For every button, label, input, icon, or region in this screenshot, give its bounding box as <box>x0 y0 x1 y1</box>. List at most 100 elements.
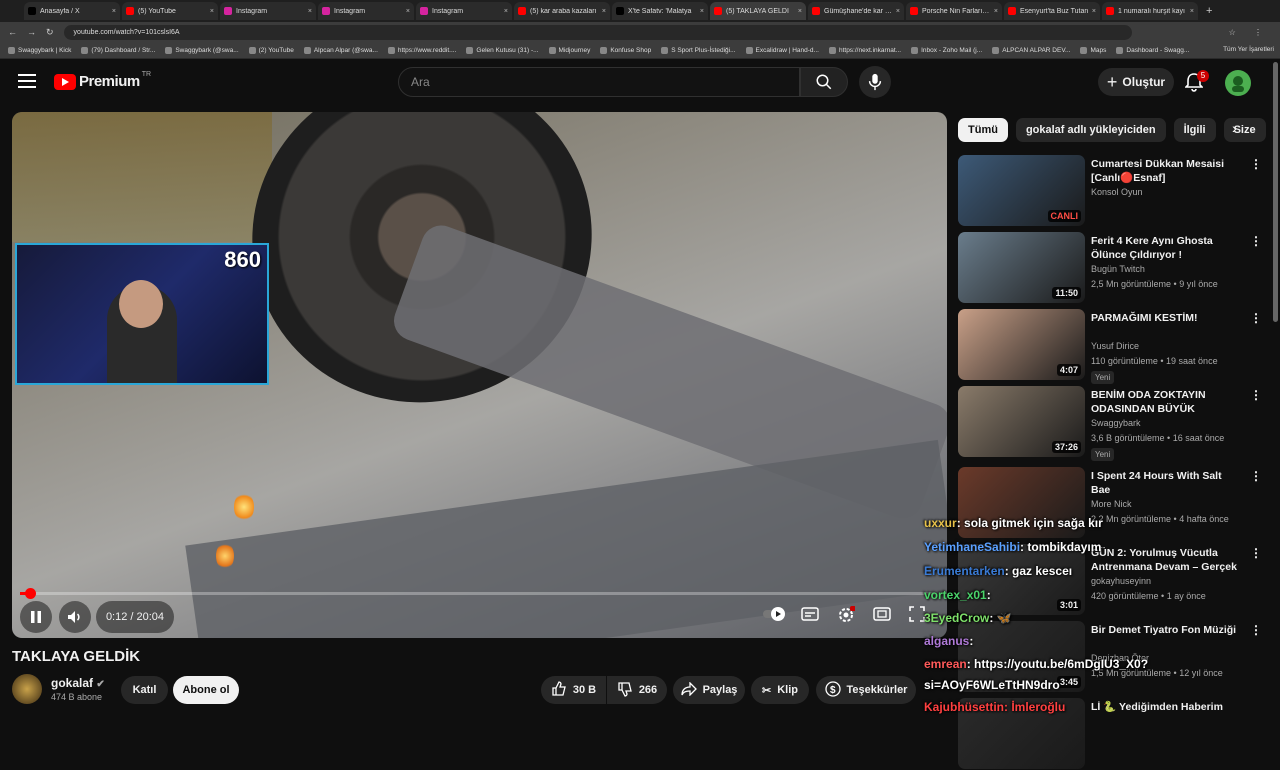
close-icon[interactable]: × <box>798 8 802 15</box>
video-thumbnail[interactable]: 4:07 <box>958 309 1085 380</box>
bookmark-item[interactable]: Gelen Kutusu (31) -... <box>466 46 539 54</box>
youtube-logo[interactable]: Premium TR <box>54 71 151 90</box>
dislike-button[interactable]: 266 <box>607 676 667 704</box>
close-icon[interactable]: × <box>602 8 606 15</box>
channel-name[interactable]: gokalaf ✔ <box>51 676 105 690</box>
filter-chip[interactable]: İlgili <box>1173 118 1216 142</box>
autoplay-toggle[interactable] <box>762 606 788 627</box>
bookmark-item[interactable]: Excalidraw | Hand-d... <box>745 46 819 54</box>
search-input[interactable] <box>411 75 799 89</box>
like-button[interactable]: 30 B <box>541 676 606 704</box>
bookmark-item[interactable]: Inbox - Zoho Mail (j... <box>911 46 982 54</box>
browser-tab[interactable]: Instagram × <box>416 2 512 20</box>
duration-badge: 4:07 <box>1056 364 1081 376</box>
voice-search-button[interactable] <box>859 66 891 98</box>
close-icon[interactable]: × <box>700 8 704 15</box>
browser-tab[interactable]: (5) TAKLAYA GELDİ × <box>710 2 806 20</box>
share-button[interactable]: Paylaş <box>673 676 745 704</box>
browser-tab[interactable]: Instagram × <box>318 2 414 20</box>
filter-chip[interactable]: gokalaf adlı yükleyiciden <box>1015 118 1166 142</box>
browser-tab[interactable]: X'te Safatv: 'Malatya × <box>612 2 708 20</box>
chevron-right-icon[interactable]: › <box>1232 120 1237 136</box>
create-button[interactable]: + Oluştur <box>1098 68 1174 96</box>
more-options-icon[interactable]: ⋮ <box>1250 546 1262 560</box>
browser-tab[interactable]: (5) kar araba kazaları × <box>514 2 610 20</box>
bookmark-item[interactable]: Dashboard - Swagg... <box>1116 46 1189 54</box>
menu-icon[interactable] <box>18 74 36 88</box>
new-tab-icon[interactable]: + <box>1206 5 1212 17</box>
more-options-icon[interactable]: ⋮ <box>1250 234 1262 248</box>
video-thumbnail[interactable]: CANLI <box>958 155 1085 226</box>
bookmark-item[interactable]: https://next.inkarnat... <box>828 46 901 54</box>
close-icon[interactable]: × <box>504 8 508 15</box>
bookmark-item[interactable]: (79) Dashboard / Str... <box>81 46 155 54</box>
bookmark-item[interactable]: Maps <box>1080 46 1106 54</box>
recommended-video[interactable]: 11:50 Ferit 4 Kere Aynı Ghosta Ölünce Çıl… <box>958 232 1268 304</box>
bookmark-item[interactable]: Midjourney <box>548 46 590 54</box>
url-field[interactable]: youtube.com/watch?v=101cslsI6A <box>63 24 1132 40</box>
settings-button[interactable] <box>837 606 856 629</box>
browser-tab[interactable]: (5) YouTube × <box>122 2 218 20</box>
more-options-icon[interactable]: ⋮ <box>1250 623 1262 637</box>
video-thumbnail[interactable]: 11:50 <box>958 232 1085 303</box>
tab-title: X'te Safatv: 'Malatya <box>628 7 692 15</box>
progress-scrubber[interactable] <box>25 588 36 599</box>
progress-bar[interactable] <box>20 588 935 599</box>
subscribe-button[interactable]: Abone ol <box>173 676 239 704</box>
back-icon[interactable]: ← <box>8 27 17 37</box>
bookmark-item[interactable]: ALPCAN ALPAR DEV... <box>992 46 1070 54</box>
subtitles-button[interactable] <box>801 606 819 627</box>
close-icon[interactable]: × <box>1092 8 1096 15</box>
bookmark-item[interactable]: (2) YouTube <box>248 46 294 54</box>
more-options-icon[interactable]: ⋮ <box>1250 388 1262 402</box>
fullscreen-button[interactable] <box>909 606 925 627</box>
close-icon[interactable]: × <box>210 8 214 15</box>
bookmark-item[interactable]: Alpcan Alpar (@swa... <box>303 46 378 54</box>
recommended-video[interactable]: 37:26 BENİM ODA ZOKTAYIN ODASINDAN BÜYÜK S… <box>958 386 1268 461</box>
close-icon[interactable]: × <box>406 8 410 15</box>
miniplayer-button[interactable] <box>873 606 891 627</box>
browser-tab[interactable]: 1 numaralı hurşit kayı × <box>1102 2 1198 20</box>
all-bookmarks-link[interactable]: Tüm Yer İşaretleri <box>1223 46 1274 53</box>
bookmark-item[interactable]: https://www.reddit.... <box>387 46 456 54</box>
thanks-button[interactable]: $ Teşekkürler <box>816 676 916 704</box>
video-player[interactable]: 860 <box>12 112 947 638</box>
bookmark-item[interactable]: S Sport Plus-İstediği... <box>661 46 736 54</box>
close-icon[interactable]: × <box>1190 8 1194 15</box>
video-thumbnail[interactable]: 37:26 <box>958 386 1085 457</box>
browser-tab[interactable]: Esenyurt'ta Buz Tutan × <box>1004 2 1100 20</box>
page-scrollbar[interactable] <box>1273 62 1278 322</box>
bookmark-item[interactable]: Swaggybark | Kick <box>8 46 71 54</box>
recommended-video-title: Lİ 🐍 Yediğimden Haberim <box>1091 701 1223 713</box>
bookmark-item[interactable]: Konfuse Shop <box>600 46 651 54</box>
account-avatar[interactable] <box>1225 70 1251 96</box>
recommended-video[interactable]: CANLI Cumartesi Dükkan Mesaisi [Canlı🔴Esn… <box>958 155 1268 227</box>
close-icon[interactable]: × <box>308 8 312 15</box>
clip-button[interactable]: ✂ Klip <box>751 676 809 704</box>
recommended-video[interactable]: 3:01 GÜN 2: Yorulmuş Vücutla Antrenmana D… <box>958 544 1268 616</box>
browser-tab[interactable]: Porsche Nin Farları Na × <box>906 2 1002 20</box>
channel-avatar[interactable] <box>12 674 42 704</box>
more-options-icon[interactable]: ⋮ <box>1250 157 1262 171</box>
browser-toolbar-icons[interactable]: ☆ ⋮ <box>1229 28 1270 37</box>
browser-tab[interactable]: Instagram × <box>220 2 316 20</box>
close-icon[interactable]: × <box>994 8 998 15</box>
search-button[interactable] <box>800 67 848 97</box>
more-options-icon[interactable]: ⋮ <box>1250 469 1262 483</box>
video-thumbnail[interactable]: 3:01 <box>958 544 1085 615</box>
reload-icon[interactable]: ↻ <box>46 27 54 38</box>
join-button[interactable]: Katıl <box>121 676 168 704</box>
forward-icon[interactable]: → <box>27 27 36 37</box>
close-icon[interactable]: × <box>112 8 116 15</box>
close-icon[interactable]: × <box>896 8 900 15</box>
recommended-video[interactable]: 4:07 PARMAĞIMI KESTİM! Yusuf Dirice 110 gör… <box>958 309 1268 384</box>
filter-chip[interactable]: Size <box>1223 118 1266 142</box>
bookmark-item[interactable]: Swaggybark (@swa... <box>165 46 239 54</box>
volume-button[interactable] <box>59 601 91 633</box>
chat-message: si=AOyF6WLeTtHN9dro <box>924 678 1060 692</box>
more-options-icon[interactable]: ⋮ <box>1250 311 1262 325</box>
browser-tab[interactable]: Anasayfa / X × <box>24 2 120 20</box>
filter-chip[interactable]: Tümü <box>958 118 1008 142</box>
pause-button[interactable] <box>20 601 52 633</box>
browser-tab[interactable]: Gümüşhane'de kar yağ × <box>808 2 904 20</box>
